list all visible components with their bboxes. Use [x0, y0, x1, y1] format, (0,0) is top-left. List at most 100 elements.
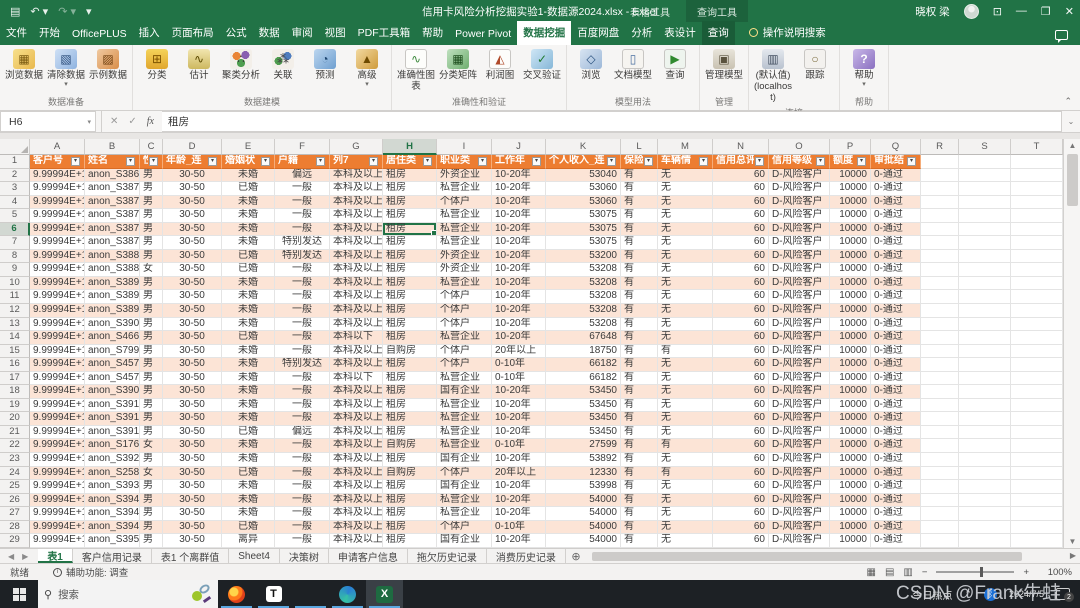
filter-dropdown-icon[interactable]: ▾: [126, 156, 135, 166]
column-header-F[interactable]: F: [275, 139, 330, 155]
zoom-slider-thumb[interactable]: [980, 567, 984, 577]
cell-E21[interactable]: 已婚: [222, 425, 275, 440]
cell-B8[interactable]: anon_S3886: [85, 249, 140, 264]
cell-O28[interactable]: D-风险客户: [769, 520, 830, 535]
cell-M18[interactable]: 无: [658, 385, 713, 399]
cell-H19[interactable]: 租房: [383, 398, 437, 413]
column-header-M[interactable]: M: [658, 139, 713, 155]
ribbon-tab-视图[interactable]: 视图: [319, 21, 352, 45]
sheet-tab-申请客户信息[interactable]: 申请客户信息: [329, 549, 408, 564]
cell-J15[interactable]: 20年以上: [492, 344, 546, 359]
cell-G9[interactable]: 本科及以上: [330, 263, 383, 277]
cell-M4[interactable]: 无: [658, 195, 713, 210]
cell-A10[interactable]: 9.99994E+11: [30, 276, 85, 291]
row-header[interactable]: 5: [0, 209, 30, 223]
cell-P3[interactable]: 10000: [830, 182, 871, 196]
cell-I11[interactable]: 个体户: [437, 290, 492, 305]
cell-H9[interactable]: 租房: [383, 263, 437, 277]
cell-M20[interactable]: 无: [658, 412, 713, 426]
empty-cell[interactable]: [959, 195, 1011, 210]
cell-F24[interactable]: 一般: [275, 466, 330, 481]
cell-K7[interactable]: 53075: [546, 236, 621, 250]
cell-N7[interactable]: 60: [713, 236, 769, 250]
close-button[interactable]: ✕: [1065, 5, 1074, 18]
cell-G29[interactable]: 本科及以上: [330, 534, 383, 548]
cell-N5[interactable]: 60: [713, 209, 769, 223]
page-break-view-icon[interactable]: ▥: [903, 567, 912, 578]
cell-C16[interactable]: 男: [140, 358, 163, 372]
cell-M15[interactable]: 有: [658, 344, 713, 359]
cell-O7[interactable]: D-风险客户: [769, 236, 830, 250]
cell-G27[interactable]: 本科及以上: [330, 507, 383, 521]
row-header[interactable]: 26: [0, 493, 30, 508]
accuracy-chart-button[interactable]: ∿ 准确性图表: [395, 47, 437, 94]
row-header[interactable]: 4: [0, 195, 30, 210]
empty-cell[interactable]: [959, 168, 1011, 183]
cell-C10[interactable]: 男: [140, 276, 163, 291]
cell-E8[interactable]: 已婚: [222, 249, 275, 264]
cell-E11[interactable]: 未婚: [222, 290, 275, 305]
sheet-tab-表1 个离群值[interactable]: 表1 个离群值: [152, 549, 230, 564]
cell-L28[interactable]: 有: [621, 520, 658, 535]
cell-K28[interactable]: 54000: [546, 520, 621, 535]
cell-O13[interactable]: D-风险客户: [769, 317, 830, 332]
cell-A27[interactable]: 9.99994E+11: [30, 507, 85, 521]
column-header-K[interactable]: K: [546, 139, 621, 155]
cell-E7[interactable]: 未婚: [222, 236, 275, 250]
empty-cell[interactable]: [921, 425, 959, 440]
cell-I25[interactable]: 国有企业: [437, 480, 492, 494]
cell-C14[interactable]: 男: [140, 331, 163, 345]
cell-P20[interactable]: 10000: [830, 412, 871, 426]
cell-P24[interactable]: 10000: [830, 466, 871, 481]
empty-cell[interactable]: [1011, 412, 1063, 426]
empty-cell[interactable]: [921, 331, 959, 345]
cell-J21[interactable]: 10-20年: [492, 425, 546, 440]
cell-N27[interactable]: 60: [713, 507, 769, 521]
cell-K27[interactable]: 54000: [546, 507, 621, 521]
cell-I7[interactable]: 私营企业: [437, 236, 492, 250]
empty-cell[interactable]: [921, 290, 959, 305]
column-header-O[interactable]: O: [769, 139, 830, 155]
cell-Q16[interactable]: 0-通过: [871, 358, 921, 372]
empty-cell[interactable]: [959, 507, 1011, 521]
row-header[interactable]: 17: [0, 371, 30, 386]
advanced-button[interactable]: ▲ 高级 ▾: [346, 47, 388, 90]
cell-B23[interactable]: anon_S3928: [85, 453, 140, 467]
cell-E19[interactable]: 未婚: [222, 398, 275, 413]
cell-Q7[interactable]: 0-通过: [871, 236, 921, 250]
cell-M22[interactable]: 有: [658, 439, 713, 454]
tell-me-search[interactable]: 操作说明搜索: [748, 25, 826, 45]
filter-dropdown-icon[interactable]: ▾: [149, 156, 158, 166]
cell-F3[interactable]: 一般: [275, 182, 330, 196]
filter-dropdown-icon[interactable]: ▾: [478, 156, 487, 166]
cell-F23[interactable]: 一般: [275, 453, 330, 467]
cell-C17[interactable]: 男: [140, 371, 163, 386]
cell-H12[interactable]: 租房: [383, 304, 437, 318]
column-header-Q[interactable]: Q: [871, 139, 921, 155]
cell-M24[interactable]: 有: [658, 466, 713, 481]
cell-Q24[interactable]: 0-通过: [871, 466, 921, 481]
cell-I5[interactable]: 私营企业: [437, 209, 492, 223]
cell-P7[interactable]: 10000: [830, 236, 871, 250]
empty-cell[interactable]: [1011, 534, 1063, 548]
row-header[interactable]: 19: [0, 398, 30, 413]
cell-H5[interactable]: 租房: [383, 209, 437, 223]
cell-E24[interactable]: 已婚: [222, 466, 275, 481]
cell-C29[interactable]: 男: [140, 534, 163, 548]
empty-cell[interactable]: [921, 466, 959, 481]
cell-A5[interactable]: 9.99994E+11: [30, 209, 85, 223]
column-header-N[interactable]: N: [713, 139, 769, 155]
cell-P8[interactable]: 10000: [830, 249, 871, 264]
ribbon-tab-文件[interactable]: 文件: [0, 21, 33, 45]
cell-K6[interactable]: 53075: [546, 222, 621, 237]
cell-I21[interactable]: 私营企业: [437, 425, 492, 440]
row-header[interactable]: 27: [0, 507, 30, 521]
cell-L14[interactable]: 有: [621, 331, 658, 345]
cell-I4[interactable]: 个体户: [437, 195, 492, 210]
cell-F5[interactable]: 一般: [275, 209, 330, 223]
column-header-I[interactable]: I: [437, 139, 492, 155]
cell-A25[interactable]: 9.99994E+11: [30, 480, 85, 494]
cell-M3[interactable]: 无: [658, 182, 713, 196]
filter-dropdown-icon[interactable]: ▾: [607, 156, 616, 166]
taskbar-app-typora[interactable]: T: [255, 580, 292, 608]
